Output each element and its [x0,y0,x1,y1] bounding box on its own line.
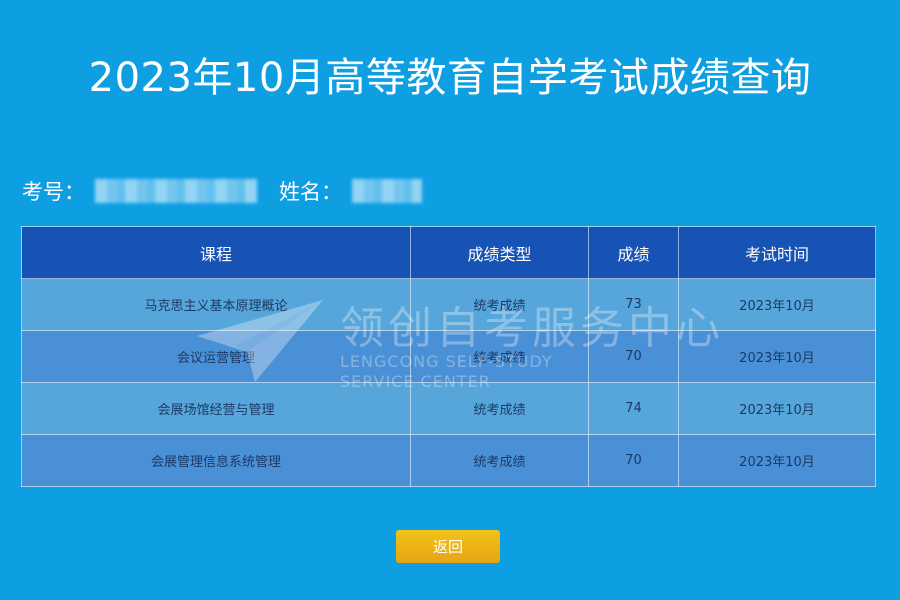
cell-score-type: 统考成绩 [410,434,589,487]
cell-exam-date: 2023年10月 [678,330,876,383]
cell-course: 会议运营管理 [21,330,411,383]
table-row: 会议运营管理 统考成绩 70 2023年10月 [21,330,876,383]
candidate-name-value-redacted [352,179,422,203]
column-header-exam-date: 考试时间 [678,226,876,279]
table-row: 马克思主义基本原理概论 统考成绩 73 2023年10月 [21,278,876,331]
table-row: 会展管理信息系统管理 统考成绩 70 2023年10月 [21,434,876,487]
cell-score-type: 统考成绩 [410,278,589,331]
table-header-row: 课程 成绩类型 成绩 考试时间 [21,226,876,279]
cell-score: 70 [588,330,679,383]
column-header-score-type: 成绩类型 [410,226,589,279]
cell-course: 马克思主义基本原理概论 [21,278,411,331]
candidate-name-label: 姓名： [279,180,342,204]
cell-course: 会展场馆经营与管理 [21,382,411,435]
cell-exam-date: 2023年10月 [678,434,876,487]
score-table: 课程 成绩类型 成绩 考试时间 马克思主义基本原理概论 统考成绩 73 2023… [21,226,876,487]
cell-score: 70 [588,434,679,487]
cell-exam-date: 2023年10月 [678,278,876,331]
cell-score: 74 [588,382,679,435]
candidate-info: 考号： 姓名： [22,175,422,207]
cell-course: 会展管理信息系统管理 [21,434,411,487]
candidate-id-value-redacted [95,179,257,203]
candidate-id-label: 考号： [22,180,85,204]
column-header-course: 课程 [21,226,411,279]
column-header-score: 成绩 [588,226,679,279]
cell-exam-date: 2023年10月 [678,382,876,435]
cell-score-type: 统考成绩 [410,382,589,435]
cell-score-type: 统考成绩 [410,330,589,383]
back-button[interactable]: 返回 [396,530,500,563]
cell-score: 73 [588,278,679,331]
page-title: 2023年10月高等教育自学考试成绩查询 [88,55,812,101]
table-row: 会展场馆经营与管理 统考成绩 74 2023年10月 [21,382,876,435]
